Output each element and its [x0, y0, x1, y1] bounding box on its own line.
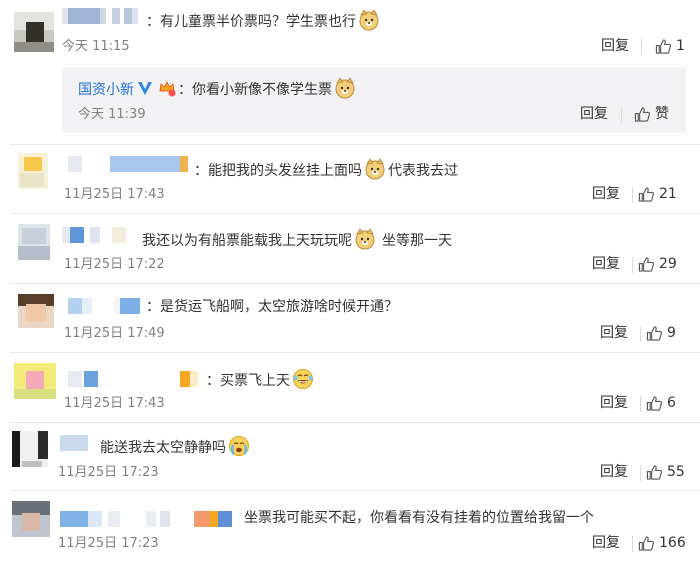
avatar[interactable] — [12, 431, 48, 467]
like-button[interactable]: 166 — [638, 533, 686, 553]
like-button[interactable]: 9 — [646, 323, 676, 343]
reply-button[interactable]: 回复 — [600, 463, 628, 481]
like-button[interactable]: 1 — [655, 36, 685, 56]
avatar[interactable] — [18, 224, 50, 260]
comment-text: 我还以为有船票能载我上天玩玩呢 坐等那一天 — [142, 228, 452, 250]
comment-item: 能送我去太空静静吗 11月25日 17:23 回复 55 — [0, 423, 700, 489]
sub-reply-box: 国资小新 ：你看小新像不像学生票 今天 11:39 回复 赞 — [62, 67, 686, 133]
reply-button[interactable]: 回复 — [600, 394, 628, 412]
reply-button[interactable]: 回复 — [600, 324, 628, 342]
reply-button[interactable]: 回复 — [580, 105, 608, 123]
comment-item: 我还以为有船票能载我上天玩玩呢 坐等那一天 11月25日 17:22 回复 29 — [0, 214, 700, 282]
separator — [621, 107, 622, 123]
comment-item: ：买票飞上天 11月25日 17:43 回复 6 — [0, 353, 700, 421]
like-count: 21 — [659, 186, 677, 202]
doge-emoji-icon — [359, 9, 379, 31]
comment-text-content: 我还以为有船票能载我上天玩玩呢 — [142, 233, 352, 249]
separator — [632, 187, 633, 203]
separator — [640, 396, 641, 412]
username-blurred[interactable] — [68, 371, 204, 387]
doge-emoji-icon — [365, 158, 385, 180]
comment-time: 11月25日 17:49 — [64, 326, 165, 341]
doge-emoji-icon — [335, 77, 355, 99]
vip-crown-icon — [159, 81, 176, 97]
comment-time: 11月25日 17:43 — [64, 187, 165, 202]
comment-text-content-2: 坐等那一天 — [382, 233, 452, 249]
like-count: 29 — [659, 256, 677, 272]
like-count: 6 — [667, 395, 676, 411]
comment-text-content: ：买票飞上天 — [206, 373, 290, 389]
like-button[interactable]: 赞 — [634, 104, 669, 124]
thumbs-up-icon — [655, 38, 672, 54]
reply-button[interactable]: 回复 — [592, 255, 620, 273]
sub-reply-content: ：你看小新像不像学生票 — [178, 82, 332, 98]
comment-text: ：有儿童票半价票吗？学生票也行 — [146, 9, 382, 31]
thumbs-up-icon — [638, 256, 655, 272]
comment-text-content: 能送我去太空静静吗 — [100, 440, 226, 456]
separator — [641, 39, 642, 55]
thumbs-up-icon — [646, 395, 663, 411]
comment-text: ：买票飞上天 — [206, 368, 316, 390]
comment-item: ：能把我的头发丝挂上面吗 代表我去过 11月25日 17:43 回复 21 — [0, 145, 700, 211]
thumbs-up-icon — [638, 186, 655, 202]
comment-text-content: ：是货运飞船啊，太空旅游啥时候开通？ — [146, 299, 398, 315]
username-blurred[interactable] — [62, 227, 128, 243]
comment-item: 坐票我可能买不起，你看看有没有挂着的位置给我留一个 11月25日 17:23 回… — [0, 491, 700, 567]
laughing-tears-emoji-icon — [293, 369, 313, 389]
like-button[interactable]: 6 — [646, 393, 676, 413]
username-blurred[interactable] — [60, 511, 236, 527]
username-blurred[interactable] — [62, 8, 148, 24]
comment-time: 今天 11:15 — [62, 39, 130, 54]
comment-item: ：是货运飞船啊，太空旅游啥时候开通？ 11月25日 17:49 回复 9 — [0, 284, 700, 350]
like-button[interactable]: 21 — [638, 184, 677, 204]
username-blurred[interactable] — [60, 435, 88, 451]
thumbs-up-icon — [646, 325, 663, 341]
verified-v-icon — [138, 82, 152, 95]
comment-text-content-2: 代表我去过 — [388, 163, 458, 179]
reply-button[interactable]: 回复 — [592, 185, 620, 203]
like-count: 9 — [667, 325, 676, 341]
sub-reply-time: 今天 11:39 — [78, 107, 146, 122]
comment-text-content: ：有儿童票半价票吗？学生票也行 — [146, 14, 356, 30]
avatar[interactable] — [14, 12, 54, 52]
main-comment: ：有儿童票半价票吗？学生票也行 今天 11:15 回复 1 国资小新 ：你看小新像… — [0, 0, 700, 140]
sub-reply-username[interactable]: 国资小新 — [78, 82, 134, 98]
reply-button[interactable]: 回复 — [601, 37, 629, 55]
separator — [640, 465, 641, 481]
comment-text-content: 坐票我可能买不起，你看看有没有挂着的位置给我留一个 — [244, 510, 594, 526]
avatar[interactable] — [12, 501, 50, 537]
thumbs-up-icon — [638, 535, 655, 551]
like-label: 赞 — [655, 106, 669, 122]
comment-text: 能送我去太空静静吗 — [100, 435, 252, 457]
comment-text: 坐票我可能买不起，你看看有没有挂着的位置给我留一个 — [244, 509, 594, 527]
sub-reply-text: 国资小新 ：你看小新像不像学生票 — [78, 77, 358, 99]
comment-text: ：能把我的头发丝挂上面吗 代表我去过 — [194, 158, 458, 180]
comment-time: 11月25日 17:22 — [64, 257, 165, 272]
like-count: 55 — [667, 464, 685, 480]
avatar[interactable] — [18, 294, 54, 328]
username-blurred[interactable] — [68, 298, 148, 314]
comment-time: 11月25日 17:23 — [58, 536, 159, 551]
crying-emoji-icon — [229, 436, 249, 456]
comment-time: 11月25日 17:23 — [58, 465, 159, 480]
like-count: 1 — [676, 38, 685, 54]
thumbs-up-icon — [646, 464, 663, 480]
separator — [632, 257, 633, 273]
comment-text-content: ：能把我的头发丝挂上面吗 — [194, 163, 362, 179]
comment-time: 11月25日 17:43 — [64, 396, 165, 411]
thumbs-up-icon — [634, 106, 651, 122]
username-blurred[interactable] — [68, 156, 188, 172]
avatar[interactable] — [18, 153, 48, 189]
separator — [640, 326, 641, 342]
like-button[interactable]: 55 — [646, 462, 685, 482]
reply-button[interactable]: 回复 — [592, 534, 620, 552]
comment-text: ：是货运飞船啊，太空旅游啥时候开通？ — [146, 298, 398, 316]
like-button[interactable]: 29 — [638, 254, 677, 274]
avatar[interactable] — [14, 363, 56, 399]
doge-emoji-icon — [355, 228, 375, 250]
like-count: 166 — [659, 535, 686, 551]
separator — [632, 536, 633, 552]
